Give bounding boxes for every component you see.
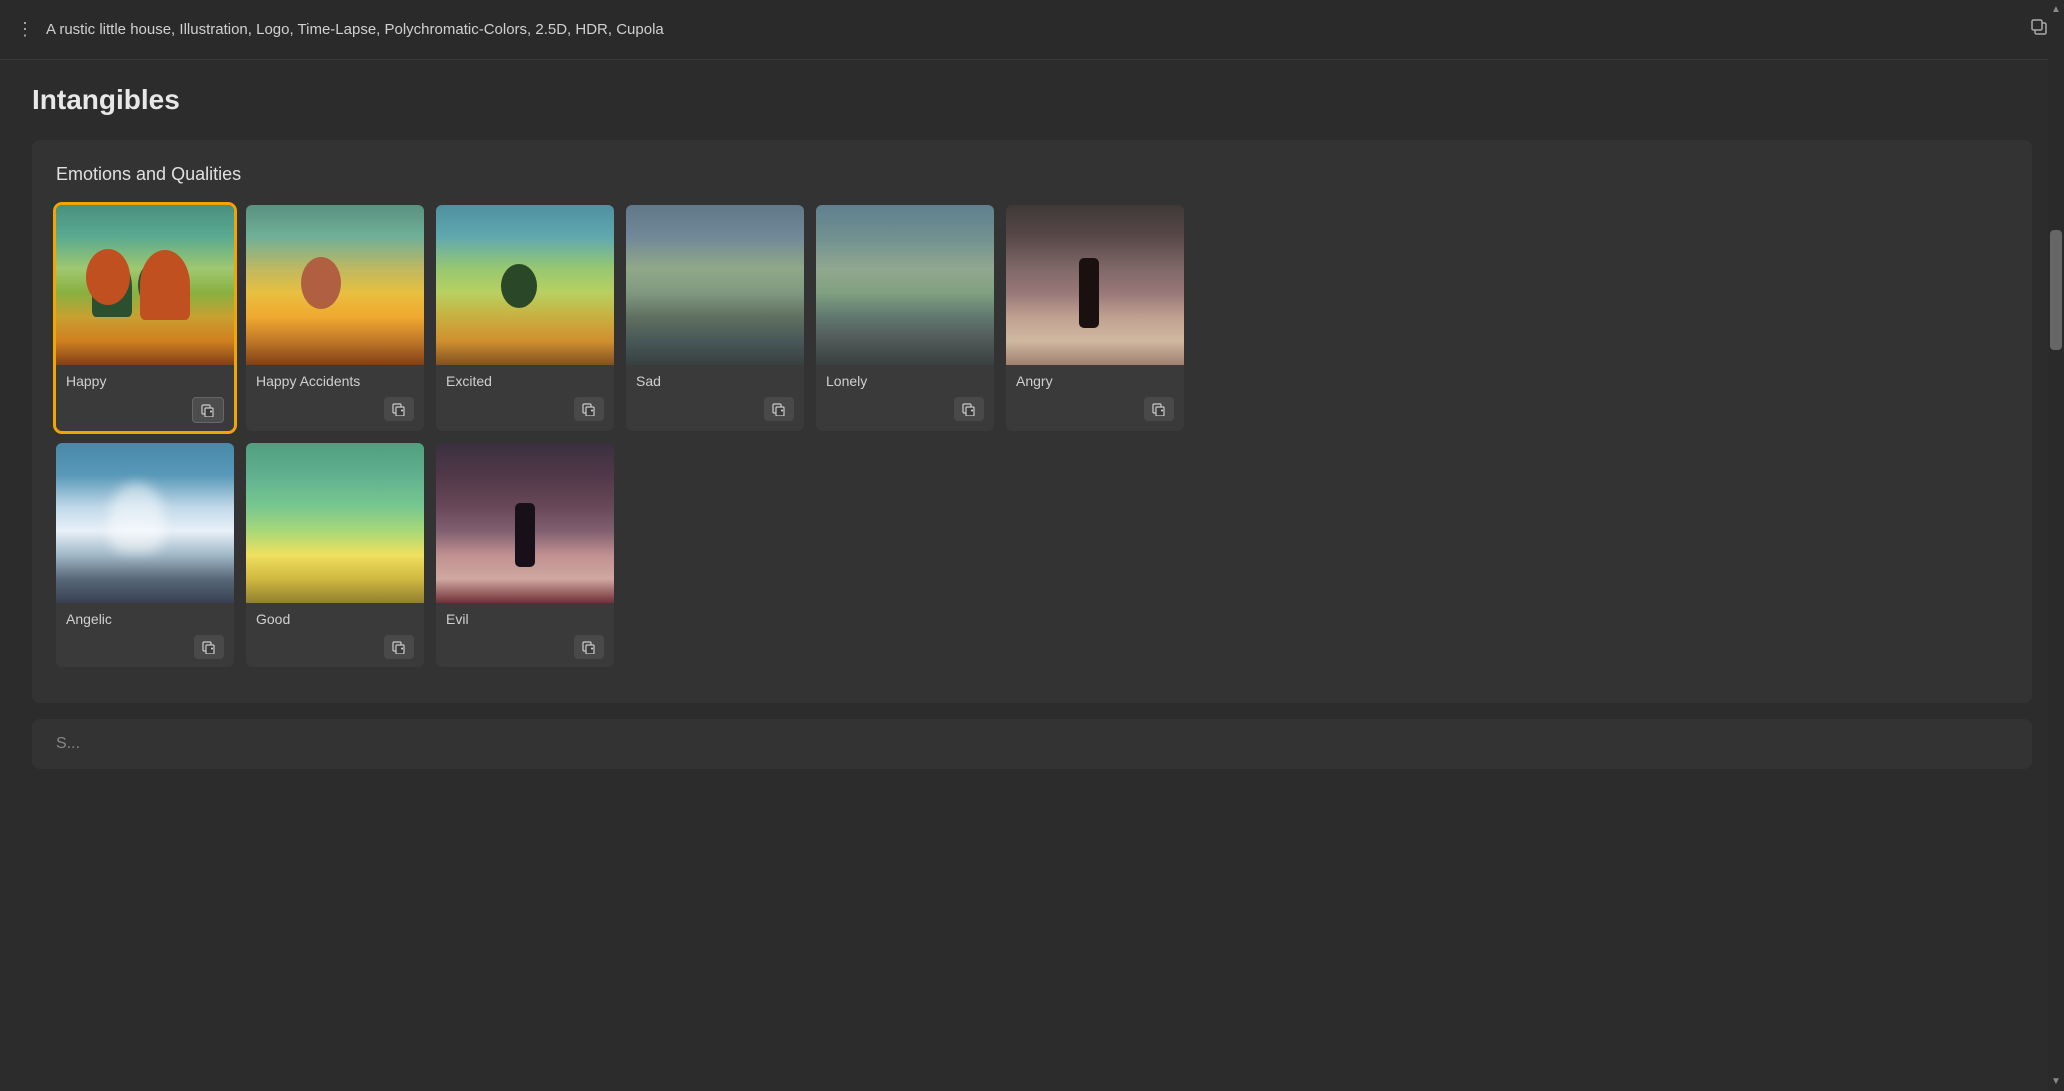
card-lonely-label: Lonely: [826, 373, 867, 389]
next-section-hint: S...: [56, 727, 80, 752]
card-label-row: Lonely: [816, 365, 994, 393]
card-label-row: Sad: [626, 365, 804, 393]
scrollbar-down-arrow[interactable]: ▼: [2047, 1072, 2064, 1091]
card-happy-label: Happy: [66, 373, 106, 389]
card-label-row: Angelic: [56, 603, 234, 631]
card-label-row: Excited: [436, 365, 614, 393]
scrollbar-up-arrow[interactable]: ▲: [2047, 0, 2064, 19]
card-action-row: [246, 393, 424, 429]
card-label-row: Evil: [436, 603, 614, 631]
copy-icon[interactable]: [2030, 18, 2048, 41]
cards-row-1: Happy: [56, 205, 2008, 431]
card-lonely[interactable]: Lonely: [816, 205, 994, 431]
add-to-prompt-button-happy-accidents[interactable]: [384, 397, 414, 421]
card-action-row: [1006, 393, 1184, 429]
menu-dots-icon[interactable]: ⋮: [16, 19, 34, 40]
card-action-row: [56, 393, 234, 431]
card-action-row: [436, 631, 614, 667]
card-sad-label: Sad: [636, 373, 661, 389]
add-to-prompt-button-sad[interactable]: [764, 397, 794, 421]
page-title: Intangibles: [32, 84, 2032, 116]
card-evil[interactable]: Evil: [436, 443, 614, 667]
card-good-label: Good: [256, 611, 290, 627]
card-happy[interactable]: Happy: [56, 205, 234, 431]
card-excited[interactable]: Excited: [436, 205, 614, 431]
card-label-row: Angry: [1006, 365, 1184, 393]
main-content: Intangibles Emotions and Qualities Happy: [0, 60, 2064, 1091]
cards-row-2: Angelic Good: [56, 443, 2008, 667]
card-excited-label: Excited: [446, 373, 492, 389]
card-action-row: [436, 393, 614, 429]
card-label-row: Happy: [56, 365, 234, 393]
card-happy-accidents-label: Happy Accidents: [256, 373, 360, 389]
card-action-row: [816, 393, 994, 429]
emotions-section: Emotions and Qualities Happy: [32, 140, 2032, 703]
window-scrollbar[interactable]: ▲ ▼: [2048, 0, 2064, 1091]
add-to-prompt-button-good[interactable]: [384, 635, 414, 659]
card-action-row: [56, 631, 234, 667]
card-evil-label: Evil: [446, 611, 469, 627]
add-to-prompt-button-lonely[interactable]: [954, 397, 984, 421]
card-angry-label: Angry: [1016, 373, 1053, 389]
title-bar: ⋮ A rustic little house, Illustration, L…: [0, 0, 2064, 60]
card-angelic[interactable]: Angelic: [56, 443, 234, 667]
card-angelic-label: Angelic: [66, 611, 112, 627]
card-happy-accidents[interactable]: Happy Accidents: [246, 205, 424, 431]
add-to-prompt-button-excited[interactable]: [574, 397, 604, 421]
card-angry[interactable]: Angry: [1006, 205, 1184, 431]
scrollbar-track[interactable]: [2048, 19, 2064, 1072]
add-to-prompt-button-angry[interactable]: [1144, 397, 1174, 421]
card-label-row: Good: [246, 603, 424, 631]
next-section-stub: S...: [32, 719, 2032, 769]
add-to-prompt-button-angelic[interactable]: [194, 635, 224, 659]
add-to-prompt-button-evil[interactable]: [574, 635, 604, 659]
section-title: Emotions and Qualities: [56, 164, 2008, 185]
card-action-row: [626, 393, 804, 429]
title-bar-text: A rustic little house, Illustration, Log…: [46, 21, 2018, 38]
card-label-row: Happy Accidents: [246, 365, 424, 393]
add-to-prompt-button-happy[interactable]: [192, 397, 224, 423]
card-sad[interactable]: Sad: [626, 205, 804, 431]
card-action-row: [246, 631, 424, 667]
card-good[interactable]: Good: [246, 443, 424, 667]
scrollbar-thumb[interactable]: [2050, 230, 2062, 350]
